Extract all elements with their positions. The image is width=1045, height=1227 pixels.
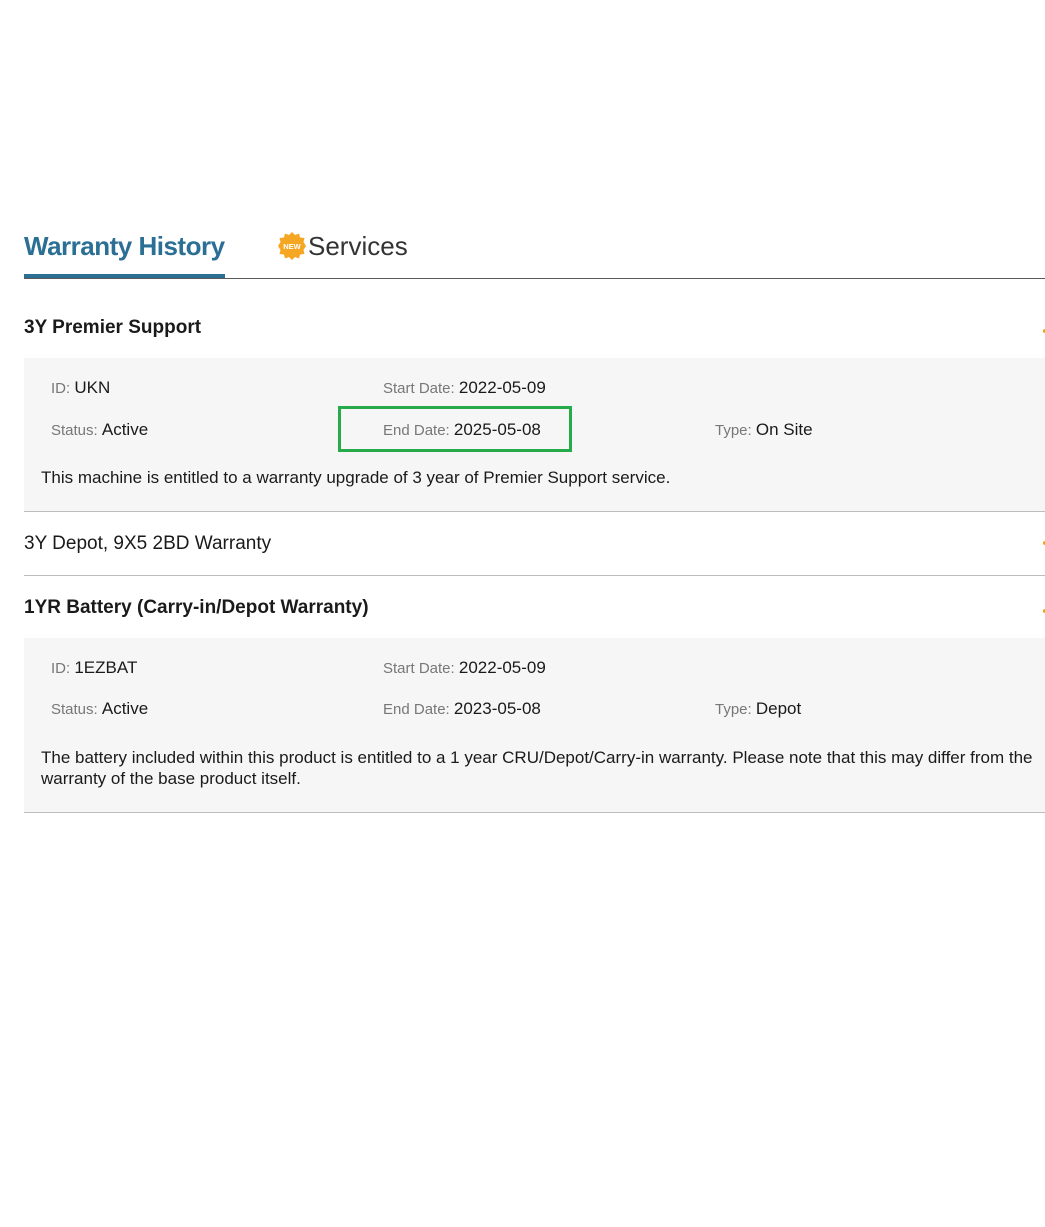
- warranty-title-premier-support[interactable]: 3Y Premier Support: [24, 317, 201, 339]
- start-date-value: 2022-05-09: [458, 658, 546, 677]
- separator: :: [450, 660, 459, 677]
- warranty-details-battery: ID: 1EZBAT Start Date: 2022-05-09 Status…: [24, 638, 1045, 812]
- separator: :: [450, 380, 459, 397]
- warranty-description: The battery included within this product…: [41, 748, 1033, 788]
- end-date-value: 2025-05-08: [453, 420, 541, 439]
- start-date-label: Start Date: [383, 660, 451, 677]
- end-date-label: End Date: [383, 701, 446, 718]
- tab-bar: Warranty History NEW Services: [24, 224, 1045, 279]
- section-divider: [24, 812, 1045, 813]
- tab-warranty-history[interactable]: Warranty History: [24, 224, 225, 278]
- warranty-id-field: ID: UKN: [51, 378, 110, 398]
- start-date-value: 2022-05-09: [458, 378, 546, 397]
- warranty-status-field: Status: Active: [51, 420, 148, 440]
- type-value: On Site: [755, 420, 813, 439]
- new-badge-icon: NEW: [278, 232, 306, 260]
- end-date-value: 2023-05-08: [453, 699, 541, 718]
- warranty-id-value: UKN: [74, 378, 111, 397]
- warranty-start-date-field: Start Date: 2022-05-09: [383, 378, 546, 398]
- tab-services-label: Services: [308, 231, 408, 261]
- status-label: Status: [51, 422, 94, 439]
- warranty-id-label: ID: [51, 380, 66, 397]
- warranty-end-date-field: End Date: 2023-05-08: [383, 699, 541, 719]
- separator: :: [93, 422, 102, 439]
- separator: :: [747, 701, 756, 718]
- warranty-details-premier-support: ID: UKN Start Date: 2022-05-09 Status: A…: [24, 358, 1045, 511]
- new-badge-text: NEW: [283, 242, 301, 251]
- warranty-type-field: Type: On Site: [715, 420, 813, 440]
- start-date-label: Start Date: [383, 380, 451, 397]
- status-value: Active: [101, 420, 149, 439]
- warranty-start-date-field: Start Date: 2022-05-09: [383, 658, 546, 678]
- warranty-status-field: Status: Active: [51, 699, 148, 719]
- warranty-description: This machine is entitled to a warranty u…: [41, 468, 671, 487]
- type-label: Type: [715, 422, 748, 439]
- type-label: Type: [715, 701, 748, 718]
- tab-warranty-history-label: Warranty History: [24, 231, 225, 261]
- separator: :: [93, 701, 102, 718]
- warranty-end-date-field: End Date: 2025-05-08: [383, 420, 541, 440]
- end-date-label: End Date: [383, 422, 446, 439]
- warranty-id-field: ID: 1EZBAT: [51, 658, 137, 678]
- separator: :: [747, 422, 756, 439]
- section-divider: [24, 511, 1045, 512]
- warranty-title-depot[interactable]: 3Y Depot, 9X5 2BD Warranty: [24, 533, 271, 555]
- section-divider: [24, 575, 1045, 576]
- warranty-id-value: 1EZBAT: [74, 658, 138, 677]
- warranty-type-field: Type: Depot: [715, 699, 801, 719]
- warranty-id-label: ID: [51, 660, 66, 677]
- separator: :: [445, 701, 454, 718]
- type-value: Depot: [755, 699, 802, 718]
- status-value: Active: [101, 699, 149, 718]
- separator: :: [445, 422, 454, 439]
- tab-services[interactable]: NEW Services: [278, 224, 408, 277]
- warranty-title-battery[interactable]: 1YR Battery (Carry-in/Depot Warranty): [24, 597, 369, 619]
- status-label: Status: [51, 701, 94, 718]
